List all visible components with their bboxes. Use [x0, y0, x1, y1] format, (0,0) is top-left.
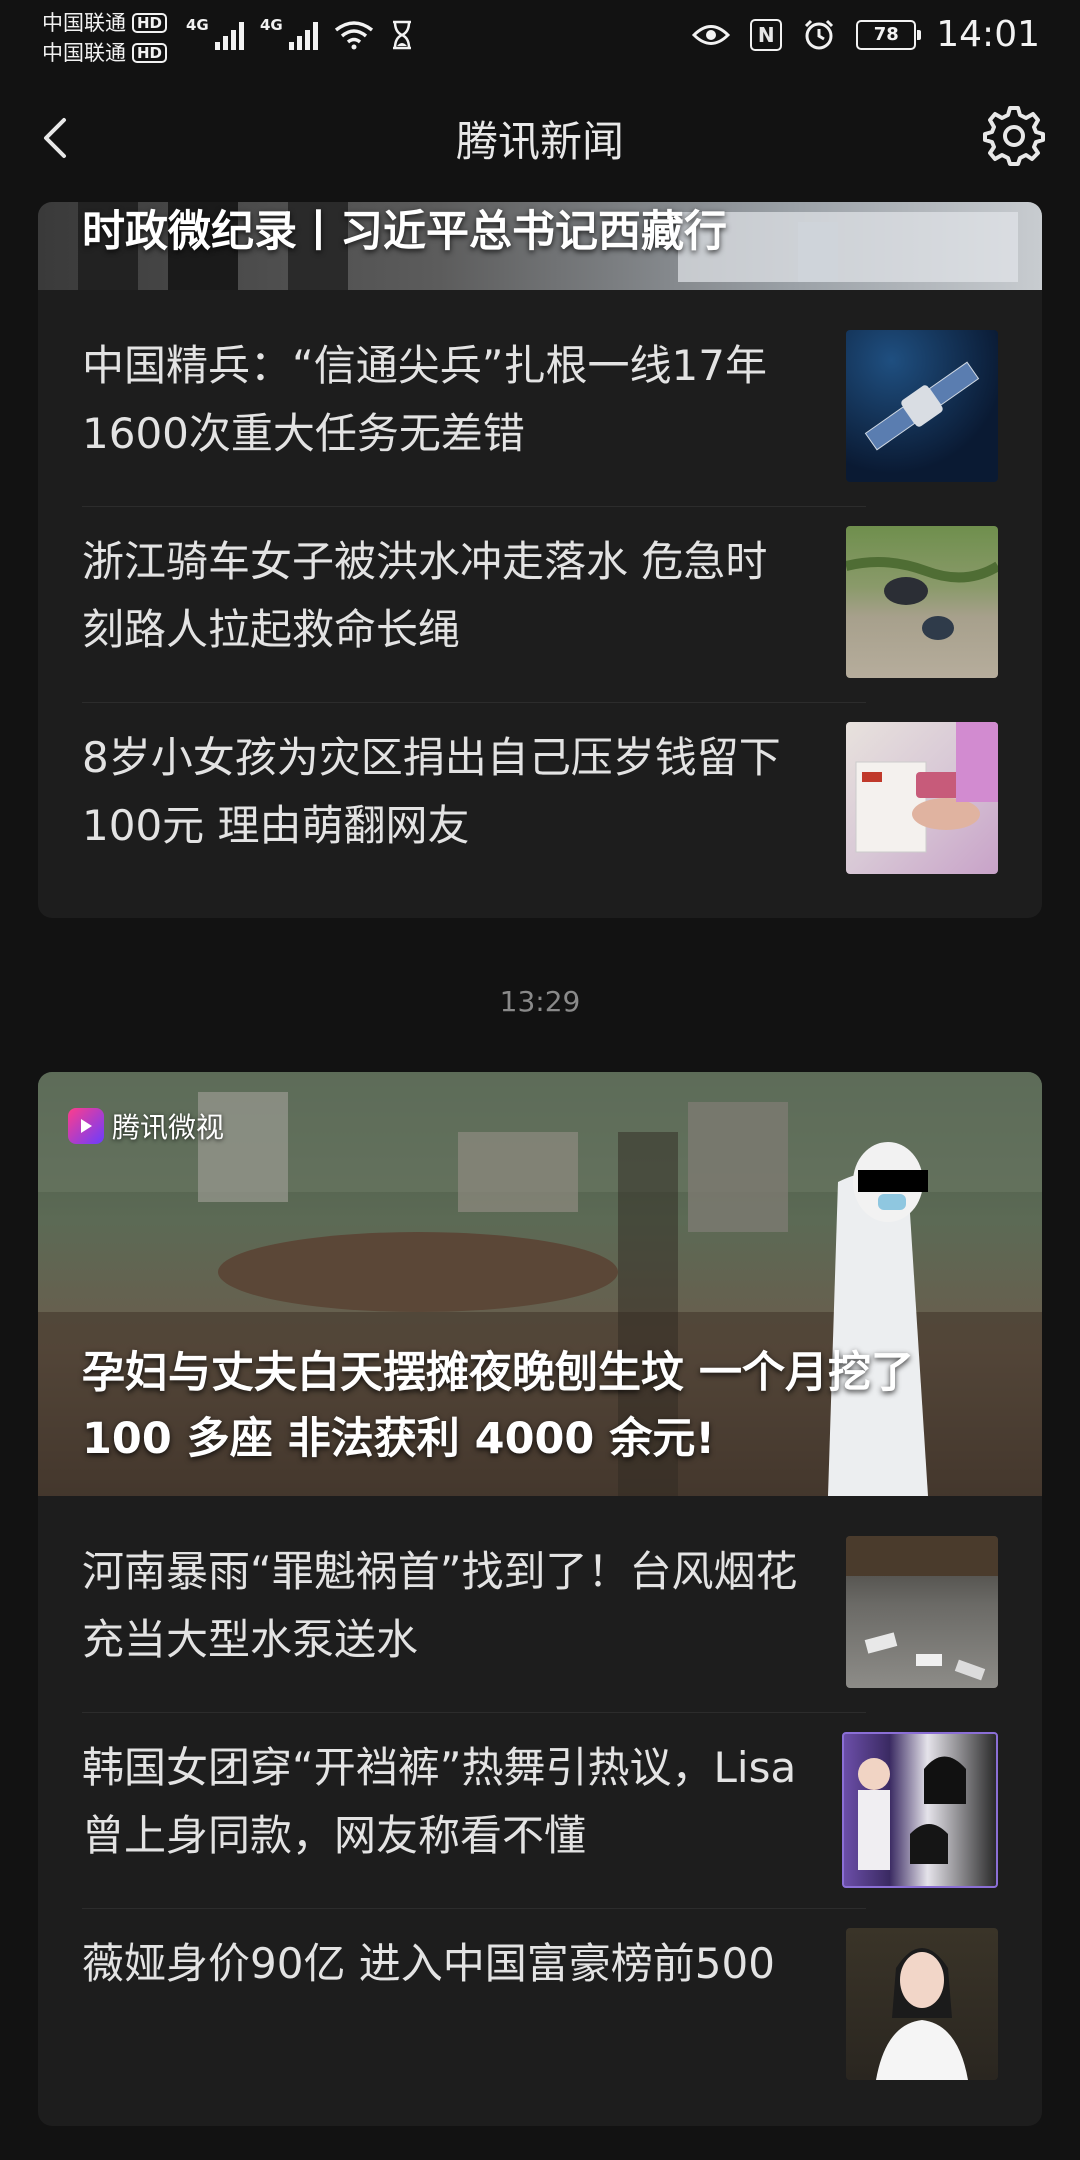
carrier-info: 中国联通 HD 中国联通 HD — [42, 8, 168, 68]
signal-group: 4G 4G — [186, 16, 414, 50]
settings-gear-icon[interactable] — [982, 104, 1046, 168]
battery-icon: 78 — [856, 19, 922, 50]
page-title: 腾讯新闻 — [455, 117, 624, 166]
girl-group-thumbnail — [842, 1732, 998, 1888]
news-title: 薇娅身价90亿 进入中国富豪榜前500 — [82, 1939, 775, 1988]
nav-header: 腾讯新闻 — [0, 78, 1080, 200]
donation-thumbnail — [846, 722, 998, 874]
flood-street-thumbnail — [846, 1536, 998, 1688]
wifi-icon — [334, 21, 374, 50]
alarm-icon — [805, 19, 834, 49]
satellite-thumbnail — [846, 330, 998, 482]
news-title: 8岁小女孩为灾区捐出自己压岁钱留下100元 理由萌翻网友 — [82, 733, 781, 850]
news-item[interactable]: 8岁小女孩为灾区捐出自己压岁钱留下100元 理由萌翻网友 — [82, 702, 998, 898]
news-item[interactable]: 浙江骑车女子被洪水冲走落水 危急时刻路人拉起救命长绳 — [82, 506, 998, 702]
hourglass-icon — [393, 20, 411, 50]
weishi-logo-icon — [68, 1108, 104, 1144]
news-item[interactable]: 河南暴雨“罪魁祸首”找到了！台风烟花充当大型水泵送水 — [82, 1516, 998, 1712]
signal-icon: 4G — [260, 16, 318, 50]
news-card: 腾讯微视 孕妇与丈夫白天摆摊夜晚刨生坟 一个月挖了100 多座 非法获利 400… — [38, 1072, 1042, 2126]
nfc-icon: N — [750, 18, 783, 51]
hd-badge: HD — [132, 13, 168, 33]
timestamp: 13:29 — [499, 985, 581, 1018]
news-item[interactable]: 中国精兵：“信通尖兵”扎根一线17年 1600次重大任务无差错 — [82, 310, 998, 506]
source-badge: 腾讯微视 — [68, 1106, 224, 1146]
news-title: 中国精兵：“信通尖兵”扎根一线17年 1600次重大任务无差错 — [82, 341, 767, 458]
news-item[interactable]: 韩国女团穿“开裆裤”热舞引热议，Lisa曾上身同款，网友称看不懂 — [82, 1712, 998, 1908]
portrait-thumbnail — [846, 1928, 998, 2080]
hd-badge: HD — [132, 43, 168, 63]
status-right: N 78 14:01 — [692, 14, 1040, 55]
hero-title: 时政微纪录丨习近平总书记西藏行 — [82, 207, 727, 257]
eye-icon — [692, 24, 731, 45]
news-title: 河南暴雨“罪魁祸首”找到了！台风烟花充当大型水泵送水 — [82, 1547, 798, 1664]
carrier-1: 中国联通 — [42, 11, 126, 35]
source-label: 腾讯微视 — [112, 1111, 225, 1144]
signal-icon: 4G — [186, 16, 244, 50]
status-bar: 中国联通 HD 中国联通 HD 4G 4G N 78 14:01 — [0, 0, 1080, 78]
carrier-2: 中国联通 — [42, 41, 126, 65]
hero-banner[interactable]: 时政微纪录丨习近平总书记西藏行 — [38, 202, 1042, 290]
news-card: 时政微纪录丨习近平总书记西藏行 中国精兵：“信通尖兵”扎根一线17年 1600次… — [38, 202, 1042, 918]
flood-rescue-thumbnail — [846, 526, 998, 678]
news-title: 韩国女团穿“开裆裤”热舞引热议，Lisa曾上身同款，网友称看不懂 — [82, 1743, 797, 1860]
hero-video[interactable]: 腾讯微视 孕妇与丈夫白天摆摊夜晚刨生坟 一个月挖了100 多座 非法获利 400… — [38, 1072, 1042, 1496]
hero-title: 孕妇与丈夫白天摆摊夜晚刨生坟 一个月挖了100 多座 非法获利 4000 余元! — [82, 1348, 914, 1464]
news-item[interactable]: 薇娅身价90亿 进入中国富豪榜前500 — [82, 1908, 998, 2104]
clock: 14:01 — [936, 14, 1040, 55]
news-title: 浙江骑车女子被洪水冲走落水 危急时刻路人拉起救命长绳 — [82, 537, 768, 654]
